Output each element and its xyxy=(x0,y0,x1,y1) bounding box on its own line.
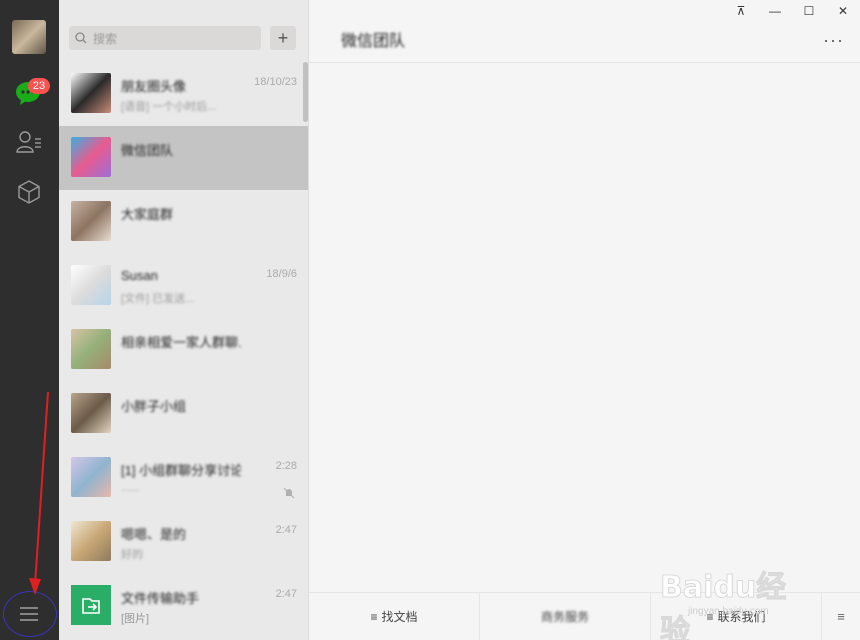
chat-time: 2:28 xyxy=(275,460,297,472)
maximize-button[interactable]: ☐ xyxy=(799,4,819,18)
chat-name: 文件传输助手 xyxy=(121,591,200,606)
left-nav: 23 xyxy=(0,0,59,640)
chat-avatar xyxy=(71,329,111,369)
chat-avatar xyxy=(71,457,111,497)
chat-time: 18/9/6 xyxy=(266,268,297,280)
watermark-url: jingyan.baidu.com xyxy=(688,606,769,617)
chat-list-item[interactable]: 大家庭群 xyxy=(59,190,308,254)
chat-preview: [语音] 一个小时后... xyxy=(121,101,217,113)
close-button[interactable]: ✕ xyxy=(833,4,853,18)
chat-preview: 好的 xyxy=(121,549,143,561)
chat-preview: [文件] 已发送... xyxy=(121,293,195,305)
chat-name: Susan xyxy=(121,268,158,283)
chat-list-scrollbar[interactable] xyxy=(303,62,308,122)
chat-list-item[interactable]: 相亲相爱一家人群聊... xyxy=(59,318,308,382)
chat-name: 朋友圈头像 xyxy=(121,79,187,94)
annotation-ring xyxy=(3,591,57,637)
chat-list-item[interactable]: 小胖子小组 xyxy=(59,382,308,446)
watermark: Baidu经验 jingyan.baidu.com xyxy=(660,548,810,640)
chat-avatar xyxy=(71,585,111,625)
chat-list-item[interactable]: 朋友圈头像 [语音] 一个小时后... 18/10/23 xyxy=(59,62,308,126)
chat-list: 朋友圈头像 [语音] 一个小时后... 18/10/23 微信团队大家庭群 Susan [… xyxy=(59,62,308,638)
menu-business-service-label: 商务服务 xyxy=(540,610,589,624)
minimize-button[interactable]: — xyxy=(765,4,785,18)
chat-list-item[interactable]: [1] 小组群聊分享讨论会......... 2:28 xyxy=(59,446,308,510)
user-avatar[interactable] xyxy=(12,20,46,54)
chat-list-item[interactable]: Susan [文件] 已发送... 18/9/6 xyxy=(59,254,308,318)
chat-avatar xyxy=(71,73,111,113)
chat-avatar xyxy=(71,521,111,561)
chat-preview: ...... xyxy=(121,482,140,494)
chat-time: 18/10/23 xyxy=(254,76,297,88)
chat-preview: [图片] xyxy=(121,613,150,625)
chat-list-item[interactable]: 嗯嗯、是的好的 2:47 xyxy=(59,510,308,574)
favorites-icon[interactable] xyxy=(14,177,44,207)
chat-name: 小胖子小组 xyxy=(121,399,187,414)
menu-find-docs-label: 找文档 xyxy=(381,610,418,624)
add-chat-button[interactable]: + xyxy=(270,26,296,50)
header-divider xyxy=(309,62,860,63)
chat-time: 2:47 xyxy=(275,524,297,536)
conversation-title: 微信团队 xyxy=(341,33,406,50)
chat-avatar xyxy=(71,393,111,433)
search-icon xyxy=(75,32,87,44)
search-input[interactable]: 搜索 xyxy=(69,26,261,50)
chat-name: 大家庭群 xyxy=(121,207,174,222)
more-options-button[interactable]: ··· xyxy=(823,30,844,51)
wechat-window: 23 搜索 + 朋友圈头像 [语音] 一个小时后... 18/10/23 微信团… xyxy=(0,0,860,640)
chat-name: 相亲相爱一家人群聊... xyxy=(121,335,241,350)
chat-avatar xyxy=(71,265,111,305)
watermark-text: Baidu经验 xyxy=(660,570,787,640)
chat-list-item[interactable]: 文件传输助手 [图片] 2:47 xyxy=(59,574,308,638)
unread-badge: 23 xyxy=(28,78,50,94)
chat-list-panel: 搜索 + 朋友圈头像 [语音] 一个小时后... 18/10/23 微信团队大家庭群 S… xyxy=(59,0,309,640)
pin-window-button[interactable]: ⊼ xyxy=(731,4,751,18)
chat-avatar xyxy=(71,137,111,177)
menu-business-service[interactable]: 商务服务 xyxy=(480,593,651,640)
chat-list-item[interactable]: 微信团队 xyxy=(59,126,308,190)
menu-find-docs[interactable]: ≡ 找文档 xyxy=(309,593,480,640)
chat-avatar xyxy=(71,201,111,241)
chat-name: [1] 小组群聊分享讨论会... xyxy=(121,463,241,478)
mute-icon xyxy=(283,486,295,499)
keyboard-toggle-button[interactable]: ≡ xyxy=(822,593,860,640)
search-placeholder: 搜索 xyxy=(93,31,118,46)
list-icon: ≡ xyxy=(370,609,378,624)
conversation-panel: 微信团队 ··· ⊼ — ☐ ✕ ≡ 找文档 商务服务 ≡ 联系我们 ≡ Bai… xyxy=(309,0,860,640)
chat-name: 微信团队 xyxy=(121,143,174,158)
chat-name: 嗯嗯、是的 xyxy=(121,527,187,542)
chat-time: 2:47 xyxy=(275,588,297,600)
contacts-icon[interactable] xyxy=(14,127,44,157)
